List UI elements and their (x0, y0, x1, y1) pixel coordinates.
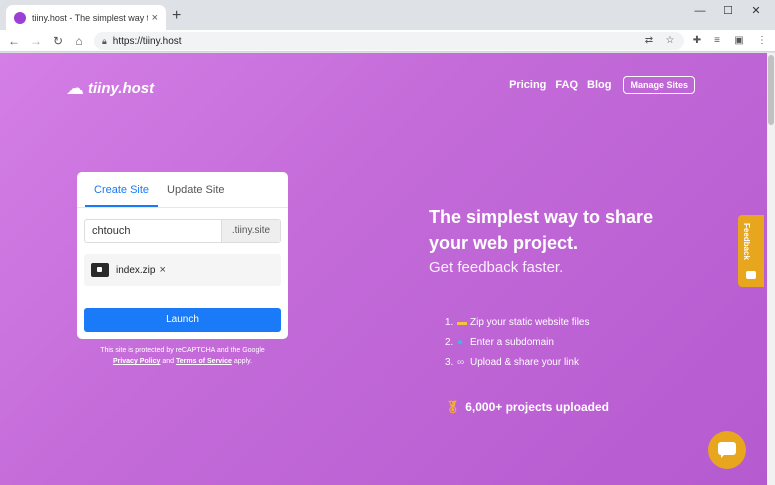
reload-icon[interactable]: ↻ (50, 33, 66, 49)
page-scrollbar[interactable] (767, 53, 775, 485)
chat-widget-button[interactable] (708, 431, 746, 469)
hero-section: The simplest way to share your web proje… (429, 204, 689, 276)
nav-blog-link[interactable]: Blog (587, 79, 611, 91)
projects-text: 6,000+ projects uploaded (465, 400, 609, 414)
tab-update-site[interactable]: Update Site (158, 172, 233, 207)
step-item: 2. ● Enter a subdomain (445, 332, 590, 352)
tab-title: tiiny.host - The simplest way to (32, 12, 148, 23)
address-url: https://tiiny.host (112, 35, 182, 47)
tiiny-favicon-icon (14, 11, 26, 24)
browser-tab-active[interactable]: tiiny.host - The simplest way to × (6, 5, 166, 30)
cloud-bolt-icon: ☁ (66, 78, 84, 98)
scrollbar-thumb[interactable] (768, 55, 774, 125)
zip-file-icon (91, 263, 109, 277)
nav-faq-link[interactable]: FAQ (555, 79, 578, 91)
subdomain-row: chtouch .tiiny.site (84, 219, 281, 243)
browser-toolbar: ← → ↻ ⌂ 🔒︎ https://tiiny.host ⇄ ☆ ✚ ≡ ▣ … (0, 30, 775, 52)
subdomain-input[interactable]: chtouch (85, 220, 221, 242)
forward-arrow-icon[interactable]: → (28, 33, 44, 49)
address-bar[interactable]: 🔒︎ https://tiiny.host (94, 32, 684, 50)
feedback-tab[interactable]: Feedback (738, 215, 764, 287)
nav-pricing-link[interactable]: Pricing (509, 79, 546, 91)
file-dropzone[interactable]: index.zip × (84, 254, 281, 286)
site-logo[interactable]: ☁ tiiny.host (66, 78, 154, 99)
tab-create-site[interactable]: Create Site (85, 172, 159, 207)
captcha-and: and (162, 358, 175, 365)
file-name: index.zip (116, 264, 156, 276)
browser-tabstrip: tiiny.host - The simplest way to × + — ☐… (0, 0, 775, 30)
step-number: 3. (445, 356, 454, 368)
new-tab-button[interactable]: + (172, 7, 181, 25)
feedback-icon (746, 271, 756, 279)
lock-icon: 🔒︎ (102, 35, 107, 46)
maximize-button[interactable]: ☐ (718, 4, 738, 18)
close-window-button[interactable]: ✕ (746, 4, 766, 18)
step-item: 1. ▬ Zip your static website files (445, 312, 590, 332)
hero-subheadline: Get feedback faster. (429, 259, 564, 276)
step-text: Enter a subdomain (470, 336, 554, 348)
reading-list-icon[interactable]: ≡ (710, 34, 724, 48)
tab-close-icon[interactable]: × (152, 12, 158, 24)
folder-icon: ▬ (457, 316, 467, 328)
translate-icon[interactable]: ⇄ (642, 34, 656, 48)
form-tabs: Create Site Update Site (77, 172, 288, 208)
recaptcha-notice: This site is protected by reCAPTCHA and … (77, 345, 288, 367)
terms-of-service-link[interactable]: Terms of Service (176, 358, 232, 365)
profile-icon[interactable]: ▣ (732, 34, 746, 48)
home-icon[interactable]: ⌂ (71, 33, 87, 49)
extensions-puzzle-icon[interactable]: ✚ (690, 34, 704, 48)
logo-text: tiiny.host (88, 80, 155, 97)
projects-count: 🏅︎ 6,000+ projects uploaded (445, 400, 609, 414)
feedback-label: Feedback (742, 223, 751, 260)
steps-list: 1. ▬ Zip your static website files 2. ● … (445, 312, 590, 372)
captcha-apply: apply. (233, 358, 253, 365)
globe-icon: ● (457, 336, 464, 348)
remove-file-icon[interactable]: × (159, 264, 165, 276)
hero-headline: The simplest way to share your web proje… (429, 207, 654, 253)
step-item: 3. ∞ Upload & share your link (445, 352, 590, 372)
privacy-policy-link[interactable]: Privacy Policy (113, 358, 160, 365)
page-content: ☁ tiiny.host Pricing FAQ Blog Manage Sit… (0, 53, 775, 485)
step-number: 2. (445, 336, 454, 348)
link-icon: ∞ (457, 356, 465, 368)
back-arrow-icon[interactable]: ← (6, 33, 22, 49)
chat-bubble-icon (718, 442, 736, 458)
menu-kebab-icon[interactable]: ⋮ (755, 34, 769, 48)
medal-icon: 🏅︎ (445, 400, 461, 414)
manage-sites-button[interactable]: Manage Sites (623, 76, 695, 94)
bookmark-star-icon[interactable]: ☆ (663, 34, 677, 48)
launch-button[interactable]: Launch (84, 308, 281, 332)
top-nav: Pricing FAQ Blog Manage Sites (500, 76, 695, 94)
step-text: Upload & share your link (470, 356, 579, 368)
step-text: Zip your static website files (470, 316, 590, 328)
step-number: 1. (445, 316, 454, 328)
subdomain-suffix: .tiiny.site (221, 220, 280, 242)
upload-card: Create Site Update Site chtouch .tiiny.s… (77, 172, 288, 339)
minimize-button[interactable]: — (690, 4, 710, 18)
captcha-line: This site is protected by reCAPTCHA and … (100, 347, 265, 354)
